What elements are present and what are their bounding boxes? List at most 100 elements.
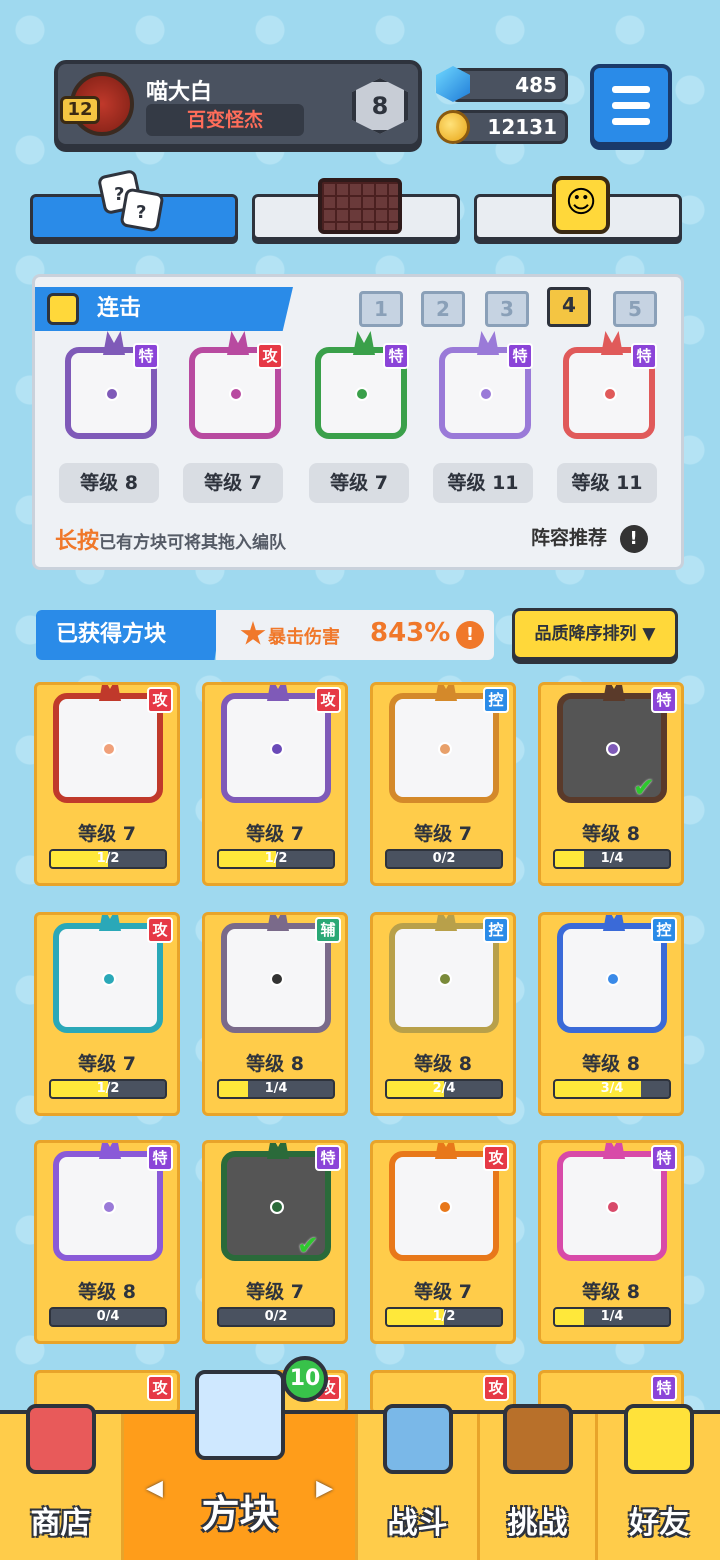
nav-challenge[interactable]: 挑战 bbox=[480, 1404, 598, 1560]
block-type-badge: 特 bbox=[315, 1145, 341, 1171]
progress-text: 1/2 bbox=[264, 851, 288, 866]
player-title: 百变怪杰 bbox=[146, 104, 304, 136]
dragon-horn-icon bbox=[603, 915, 625, 931]
block-level: 等级 8 bbox=[414, 1053, 472, 1075]
deck-slot-4[interactable]: 4 bbox=[547, 287, 591, 327]
nav-battle-label: 战斗 bbox=[387, 1506, 448, 1541]
nav-challenge-label: 挑战 bbox=[507, 1506, 568, 1541]
obtained-blocks-title: 已获得方块 bbox=[36, 610, 222, 660]
menu-bar-icon bbox=[612, 86, 650, 93]
block-card[interactable]: 辅等级 8 1/4 bbox=[202, 912, 348, 1116]
block-type-badge: 特 bbox=[507, 343, 533, 369]
upgrade-progress-bar: 0/4 bbox=[49, 1307, 167, 1327]
sort-dropdown[interactable]: 品质降序排列 ▼ bbox=[512, 608, 678, 660]
deck-card[interactable]: 攻 bbox=[183, 331, 283, 449]
nav-battle[interactable]: 战斗 bbox=[358, 1404, 480, 1560]
block-type-badge: 辅 bbox=[315, 917, 341, 943]
nav-shop-label: 商店 bbox=[30, 1506, 91, 1541]
block-core-icon bbox=[438, 742, 452, 756]
progress-text: 1/2 bbox=[96, 1081, 120, 1096]
dragon-horn-icon bbox=[477, 331, 499, 355]
menu-button[interactable] bbox=[590, 64, 672, 146]
progress-text: 1/4 bbox=[600, 1309, 624, 1324]
deck-card[interactable]: 特 bbox=[433, 331, 533, 449]
block-type-badge: 攻 bbox=[315, 687, 341, 713]
block-card[interactable]: 控等级 8 2/4 bbox=[370, 912, 516, 1116]
block-card[interactable]: 攻等级 7 1/2 bbox=[202, 682, 348, 886]
block-core-icon bbox=[603, 387, 617, 401]
deck-title-label: 连击 bbox=[97, 296, 142, 321]
block-level: 等级 8 bbox=[582, 1053, 640, 1075]
progress-text: 3/4 bbox=[600, 1081, 624, 1096]
block-card[interactable]: 特 ✔ 等级 7 0/2 bbox=[202, 1140, 348, 1344]
block-core-icon bbox=[479, 387, 493, 401]
block-type-badge: 攻 bbox=[483, 1145, 509, 1171]
block-card[interactable]: 攻等级 7 1/2 bbox=[34, 682, 180, 886]
block-card[interactable]: 特 ✔ 等级 8 1/4 bbox=[538, 682, 684, 886]
block-card[interactable]: 控等级 8 3/4 bbox=[538, 912, 684, 1116]
deck-card[interactable]: 特 bbox=[59, 331, 159, 449]
pencil-edit-icon[interactable] bbox=[47, 293, 79, 325]
block-type-badge: 控 bbox=[483, 917, 509, 943]
menu-bar-icon bbox=[612, 102, 650, 109]
equipped-check-icon: ✔ bbox=[297, 1231, 319, 1261]
deck-slot-5[interactable]: 5 bbox=[613, 291, 657, 327]
upgrade-progress-bar: 1/4 bbox=[553, 1307, 671, 1327]
chocolate-block-icon bbox=[318, 178, 402, 234]
deck-card-level: 等级 11 bbox=[433, 463, 533, 503]
crit-value: 843% bbox=[370, 618, 451, 648]
nav-blocks[interactable]: ◀ ▶ 方块 bbox=[124, 1370, 358, 1560]
dragon-horn-icon bbox=[103, 331, 125, 355]
progress-text: 1/4 bbox=[600, 851, 624, 866]
smiley-face-icon: ☺ bbox=[552, 176, 610, 234]
sword-shield-icon bbox=[382, 1404, 453, 1474]
dragon-horn-icon bbox=[603, 1143, 625, 1159]
lineup-recommend-button[interactable]: 阵容推荐 ! bbox=[531, 523, 648, 553]
deck-slot-1[interactable]: 1 bbox=[359, 291, 403, 327]
player-profile-panel[interactable]: 12 喵大白 百变怪杰 8 bbox=[54, 60, 422, 148]
block-core-icon bbox=[102, 972, 116, 986]
dice-icon: ? ? bbox=[98, 170, 164, 232]
block-level: 等级 7 bbox=[78, 823, 136, 845]
dragon-horn-icon bbox=[267, 915, 289, 931]
block-level: 等级 7 bbox=[246, 823, 304, 845]
block-card[interactable]: 特等级 8 1/4 bbox=[538, 1140, 684, 1344]
progress-text: 0/4 bbox=[96, 1309, 120, 1324]
block-card[interactable]: 控等级 7 0/2 bbox=[370, 682, 516, 886]
block-type-badge: 控 bbox=[483, 687, 509, 713]
menu-bar-icon bbox=[612, 118, 650, 125]
info-icon: ! bbox=[619, 524, 648, 553]
block-card[interactable]: 攻等级 7 1/2 bbox=[370, 1140, 516, 1344]
rank-badge-icon[interactable]: 8 bbox=[352, 78, 408, 134]
deck-title[interactable]: 连击 bbox=[35, 287, 293, 331]
deck-slot-3[interactable]: 3 bbox=[485, 291, 529, 327]
deck-card[interactable]: 特 bbox=[309, 331, 409, 449]
bottom-nav: 商店 ◀ ▶ 方块 战斗 挑战 好友 bbox=[0, 1370, 720, 1560]
upgrade-progress-bar: 0/2 bbox=[217, 1307, 335, 1327]
block-type-badge: 特 bbox=[133, 343, 159, 369]
nav-shop[interactable]: 商店 bbox=[0, 1404, 124, 1560]
progress-text: 0/2 bbox=[432, 851, 456, 866]
svg-text:?: ? bbox=[114, 184, 124, 205]
crit-burst-icon bbox=[240, 621, 266, 645]
player-level-badge: 12 bbox=[60, 96, 100, 124]
block-card[interactable]: 攻等级 7 1/2 bbox=[34, 912, 180, 1116]
equipped-check-icon: ✔ bbox=[633, 773, 655, 803]
deck-slot-2[interactable]: 2 bbox=[421, 291, 465, 327]
deck-card[interactable]: 特 bbox=[557, 331, 657, 449]
upgrade-progress-bar: 1/2 bbox=[49, 1079, 167, 1099]
progress-text: 1/2 bbox=[96, 851, 120, 866]
upgrade-progress-bar: 3/4 bbox=[553, 1079, 671, 1099]
blocks-notification-badge: 10 bbox=[282, 1356, 328, 1402]
block-level: 等级 8 bbox=[582, 823, 640, 845]
block-type-badge: 特 bbox=[651, 1145, 677, 1171]
block-type-badge: 控 bbox=[651, 917, 677, 943]
block-card[interactable]: 特等级 8 0/4 bbox=[34, 1140, 180, 1344]
upgrade-progress-bar: 1/2 bbox=[49, 849, 167, 869]
crit-info-icon[interactable]: ! bbox=[456, 621, 484, 649]
mystery-block-icon bbox=[194, 1370, 285, 1460]
block-type-badge: 特 bbox=[651, 687, 677, 713]
block-core-icon bbox=[105, 387, 119, 401]
nav-friends[interactable]: 好友 bbox=[598, 1404, 720, 1560]
signboard-icon bbox=[502, 1404, 573, 1474]
